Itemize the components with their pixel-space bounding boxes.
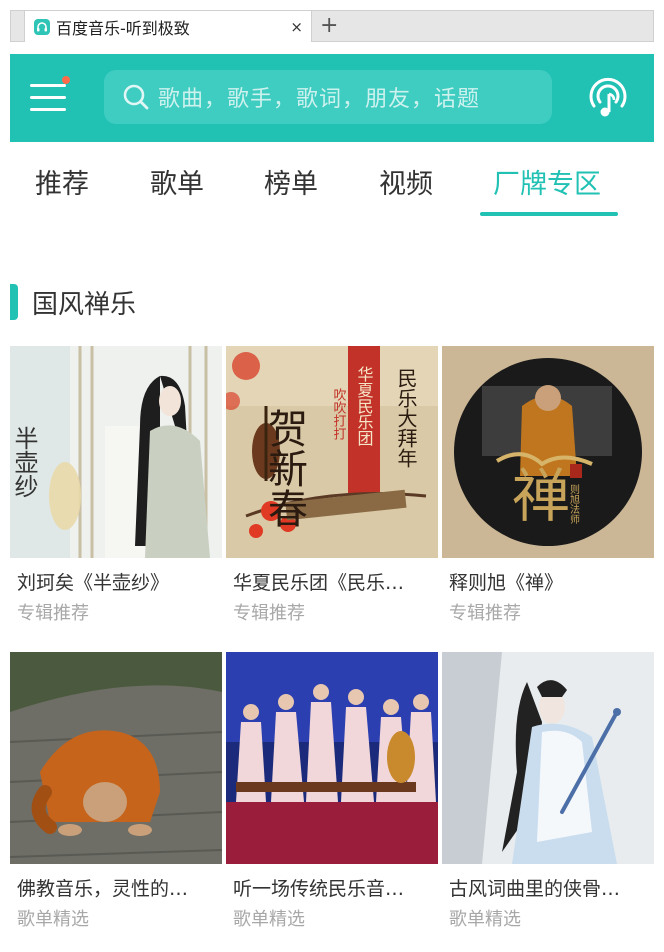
card-subtitle: 专辑推荐 [233, 603, 305, 624]
playlist-cover [442, 652, 654, 864]
cover-calligraphy: 半壶纱 [10, 426, 38, 498]
card-title: 释则旭《禅》 [449, 572, 564, 594]
menu-line [30, 108, 66, 111]
tab-title: 百度音乐-听到极致 [56, 18, 190, 38]
card-subtitle: 专辑推荐 [449, 603, 521, 624]
card-title: 听一场传统民乐音… [233, 878, 405, 900]
music-recognition-button[interactable] [584, 74, 632, 122]
album-card[interactable]: 贺新春 华夏民乐团 吹吹打打 民乐大拜年 华夏民乐团《民乐… 专辑推荐 [226, 346, 438, 625]
search-input[interactable]: 歌曲，歌手，歌词，朋友，话题 [104, 70, 552, 124]
new-tab-plus-icon[interactable]: + [320, 13, 338, 39]
notification-dot [62, 76, 70, 84]
tab-videos[interactable]: 视频 [379, 162, 433, 201]
app-header: 歌曲，歌手，歌词，朋友，话题 [10, 54, 654, 142]
section-title: 国风禅乐 [32, 289, 137, 320]
playlist-cover [10, 652, 222, 864]
tab-playlists[interactable]: 歌单 [150, 162, 204, 201]
card-title: 佛教音乐，灵性的… [17, 878, 189, 900]
cover-artist-text: 则旭法师 [568, 483, 580, 525]
card-title: 刘珂矣《半壶纱》 [17, 572, 170, 594]
music-recognition-icon [589, 77, 627, 117]
tab-close-icon[interactable]: × [290, 18, 303, 36]
active-tab-indicator [480, 212, 618, 216]
album-card[interactable]: 禅 则旭法师 释则旭《禅》 专辑推荐 [442, 346, 654, 625]
cover-calligraphy-band: 华夏民乐团 [355, 366, 374, 446]
menu-button[interactable] [28, 76, 70, 118]
card-subtitle: 歌单精选 [449, 909, 521, 930]
section-header: 国风禅乐 [10, 282, 136, 322]
cover-calligraphy: 贺新春 [261, 408, 307, 528]
category-nav: 推荐 歌单 榜单 视频 厂牌专区 [10, 142, 654, 224]
card-subtitle: 歌单精选 [233, 909, 305, 930]
tab-label-zone[interactable]: 厂牌专区 [493, 162, 601, 201]
tab-strip-edge [10, 10, 24, 42]
playlist-card[interactable]: 听一场传统民乐音… 歌单精选 [226, 652, 438, 931]
menu-line [30, 96, 66, 99]
playlist-card[interactable]: 古风词曲里的侠骨… 歌单精选 [442, 652, 654, 931]
search-icon [123, 84, 149, 110]
playlist-cover [226, 652, 438, 864]
search-placeholder: 歌曲，歌手，歌词，朋友，话题 [158, 87, 481, 112]
section-accent-bar [10, 284, 18, 320]
card-title: 古风词曲里的侠骨… [449, 878, 621, 900]
tab-recommend[interactable]: 推荐 [35, 162, 89, 201]
cover-calligraphy: 禅 [512, 462, 570, 530]
baidu-music-favicon-icon [34, 18, 50, 35]
menu-line [30, 84, 66, 87]
cover-calligraphy-small: 吹吹打打 [331, 388, 347, 440]
browser-tab[interactable]: 百度音乐-听到极致 × [24, 10, 312, 42]
new-tab-area: + [312, 10, 654, 42]
browser-tab-strip: 百度音乐-听到极致 × + [0, 0, 664, 46]
cover-calligraphy-title: 民乐大拜年 [394, 368, 418, 468]
album-cover: 禅 则旭法师 [442, 346, 654, 558]
card-subtitle: 歌单精选 [17, 909, 89, 930]
album-cover: 半壶纱 [10, 346, 222, 558]
album-card[interactable]: 半壶纱 刘珂矣《半壶纱》 专辑推荐 [10, 346, 222, 625]
playlist-card[interactable]: 佛教音乐，灵性的… 歌单精选 [10, 652, 222, 931]
card-subtitle: 专辑推荐 [17, 603, 89, 624]
card-title: 华夏民乐团《民乐… [233, 572, 405, 594]
album-cover: 贺新春 华夏民乐团 吹吹打打 民乐大拜年 [226, 346, 438, 558]
tab-charts[interactable]: 榜单 [264, 162, 318, 201]
